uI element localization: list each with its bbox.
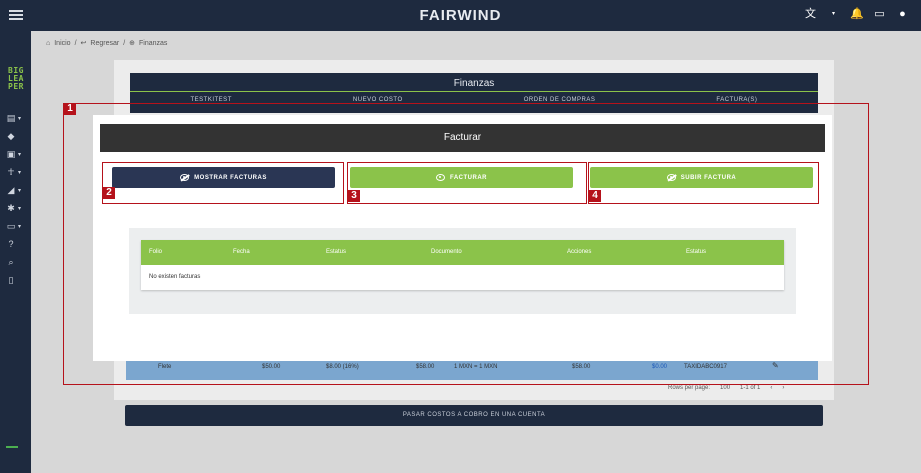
pagination: Rows per page: 100 1-1 of 1 ‹ › bbox=[668, 385, 785, 391]
sidebar-item-cards[interactable]: ▭ ▾ bbox=[6, 217, 21, 235]
sidebar-item-search[interactable]: ⌕ bbox=[6, 253, 21, 271]
notifications-icon[interactable]: 🔔 bbox=[850, 8, 864, 21]
help-icon: ? bbox=[8, 239, 14, 249]
rows-per-page-select[interactable]: 100 bbox=[720, 385, 730, 391]
sidebar-logo: BIG LEA PER bbox=[8, 66, 24, 91]
top-bar: FAIRWIND 文 ▾ 🔔 ▭ ● bbox=[0, 0, 921, 31]
sidebar-item-transport[interactable]: ◢ ▾ bbox=[6, 181, 21, 199]
settings-icon: ✱ bbox=[7, 203, 15, 213]
sidebar-item-operations[interactable]: ☥ ▾ bbox=[6, 163, 21, 181]
annotation-label-4: 4 bbox=[589, 190, 601, 202]
annotation-label-3: 3 bbox=[348, 190, 360, 202]
annotation-box-3 bbox=[347, 162, 587, 204]
pasar-costos-button[interactable]: PASAR COSTOS A COBRO EN UNA CUENTA bbox=[125, 405, 823, 426]
sidebar-item-charts[interactable]: ▣ ▾ bbox=[6, 145, 21, 163]
annotation-label-1: 1 bbox=[64, 103, 76, 115]
tag-icon: ◆ bbox=[7, 131, 15, 141]
sidebar-item-book[interactable]: ▯ bbox=[6, 271, 21, 289]
document-icon: ▤ bbox=[6, 113, 16, 123]
next-page-icon[interactable]: › bbox=[782, 385, 784, 391]
app-brand: FAIRWIND bbox=[419, 7, 502, 24]
finanzas-title: Finanzas bbox=[453, 78, 495, 89]
chart-icon: ▣ bbox=[6, 149, 16, 159]
breadcrumb-back[interactable]: Regresar bbox=[90, 40, 119, 47]
breadcrumb-home[interactable]: Inicio bbox=[54, 40, 70, 47]
prev-page-icon[interactable]: ‹ bbox=[770, 385, 772, 391]
account-icon[interactable]: ● bbox=[896, 8, 909, 21]
sidebar-item-tags[interactable]: ◆ bbox=[6, 127, 21, 145]
status-indicator bbox=[6, 446, 18, 448]
back-icon: ↩ bbox=[80, 40, 87, 47]
search-icon: ⌕ bbox=[8, 257, 14, 267]
sidebar-item-documents[interactable]: ▤ ▾ bbox=[6, 109, 21, 127]
messages-icon[interactable]: ▭ bbox=[873, 8, 886, 21]
annotation-label-2: 2 bbox=[103, 187, 115, 199]
person-run-icon: ☥ bbox=[7, 167, 15, 177]
breadcrumb-current: Finanzas bbox=[139, 39, 168, 47]
finance-icon: ⊕ bbox=[129, 40, 136, 47]
annotation-box-2 bbox=[102, 162, 344, 204]
annotation-box-4 bbox=[588, 162, 819, 204]
card-icon: ▭ bbox=[6, 221, 16, 231]
breadcrumb: ⌂ Inicio / ↩ Regresar / ⊕ Finanzas bbox=[46, 39, 168, 48]
annotation-box-1 bbox=[63, 103, 869, 385]
home-icon: ⌂ bbox=[46, 39, 51, 47]
sidebar-item-settings[interactable]: ✱ ▾ bbox=[6, 199, 21, 217]
sidebar: BIG LEA PER ▤ ▾ ◆ ▣ ▾ ☥ ▾ ◢ ▾ ✱ ▾ ▭ ▾ ? ⌕ ▯ bbox=[0, 31, 31, 473]
truck-icon: ◢ bbox=[7, 185, 15, 195]
book-icon: ▯ bbox=[8, 275, 14, 285]
sidebar-item-help[interactable]: ? bbox=[6, 235, 21, 253]
chevron-down-icon[interactable]: ▾ bbox=[827, 8, 840, 21]
translate-icon[interactable]: 文 bbox=[804, 8, 817, 21]
